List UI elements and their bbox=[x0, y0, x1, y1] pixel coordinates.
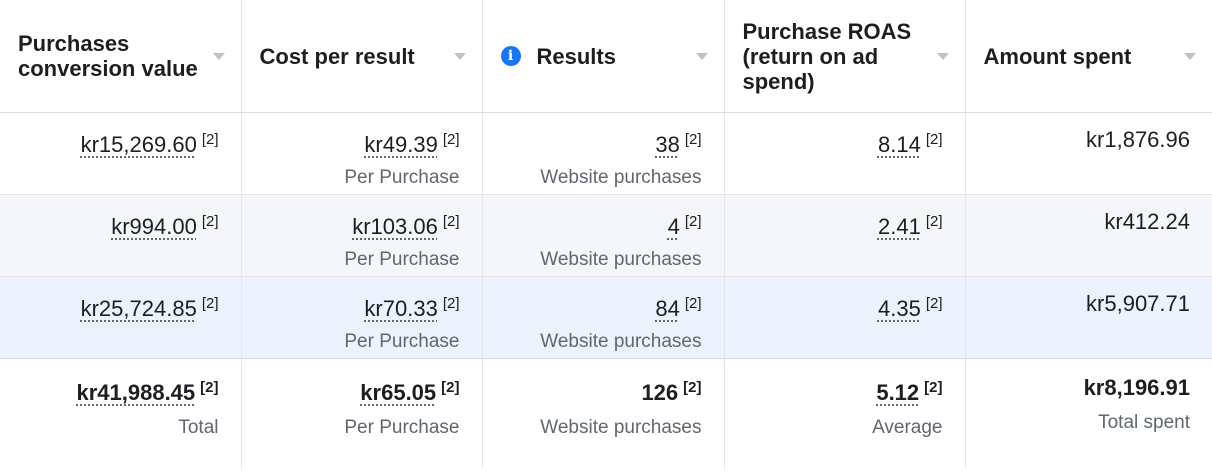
column-header-label: Purchases conversion value bbox=[18, 31, 198, 81]
roas-value[interactable]: 4.35 bbox=[878, 296, 921, 321]
metrics-table: Purchases conversion value Cost per resu… bbox=[0, 0, 1212, 469]
footnote-ref: [2] bbox=[683, 379, 702, 396]
column-header-amount-spent[interactable]: Amount spent bbox=[965, 0, 1212, 113]
footnote-ref: [2] bbox=[200, 379, 219, 396]
column-header-label: Purchase ROAS (return on ad spend) bbox=[742, 18, 912, 94]
cell-results: 4 [2] Website purchases bbox=[482, 194, 725, 277]
cost-per-result-caption: Per Purchase bbox=[344, 167, 460, 188]
cell-roas: 2.41 [2] bbox=[724, 194, 966, 277]
footnote-ref: [2] bbox=[201, 295, 219, 312]
roas-value[interactable]: 2.41 bbox=[878, 214, 921, 239]
cell-cost-per-result: kr103.06 [2] Per Purchase bbox=[241, 194, 483, 277]
total-amount-spent-cell: kr8,196.91 Total spent bbox=[965, 358, 1212, 469]
table-row[interactable]: kr25,724.85 [2] kr70.33 [2] Per Purchase 8… bbox=[0, 276, 1212, 359]
total-roas-cell: 5.12 [2] Average bbox=[724, 358, 966, 469]
total-results-cell: 126 [2] Website purchases bbox=[482, 358, 725, 469]
cost-per-result-value[interactable]: kr49.39 bbox=[364, 132, 437, 157]
results-caption: Website purchases bbox=[540, 249, 702, 270]
cost-per-result-value[interactable]: kr103.06 bbox=[352, 214, 438, 239]
cell-results: 38 [2] Website purchases bbox=[482, 112, 725, 195]
sort-caret-icon[interactable] bbox=[936, 52, 949, 60]
footnote-ref: [2] bbox=[201, 213, 219, 230]
column-header-label: Results bbox=[536, 43, 616, 69]
column-header-purchases-conversion-value[interactable]: Purchases conversion value bbox=[0, 0, 242, 113]
footnote-ref: [2] bbox=[925, 213, 943, 230]
cell-results: 84 [2] Website purchases bbox=[482, 276, 725, 359]
total-amount-spent: kr8,196.91 bbox=[1083, 375, 1190, 400]
table-row[interactable]: kr15,269.60 [2] kr49.39 [2] Per Purchase 3… bbox=[0, 112, 1212, 195]
cell-amount-spent: kr5,907.71 bbox=[965, 276, 1212, 359]
cell-roas: 4.35 [2] bbox=[724, 276, 966, 359]
sort-caret-icon[interactable] bbox=[695, 52, 708, 60]
footnote-ref: [2] bbox=[442, 213, 460, 230]
total-roas-caption: Average bbox=[872, 417, 943, 438]
conversion-value[interactable]: kr25,724.85 bbox=[81, 296, 197, 321]
footnote-ref: [2] bbox=[442, 131, 460, 148]
totals-row: kr41,988.45 [2] Total kr65.05 [2] Per Purc… bbox=[0, 358, 1212, 469]
footnote-ref: [2] bbox=[441, 379, 460, 396]
amount-spent-value: kr1,876.96 bbox=[1086, 127, 1190, 152]
conversion-value[interactable]: kr15,269.60 bbox=[81, 132, 197, 157]
footnote-ref: [2] bbox=[201, 131, 219, 148]
total-amount-caption: Total spent bbox=[1098, 412, 1190, 433]
column-header-label: Cost per result bbox=[259, 43, 415, 69]
roas-value[interactable]: 8.14 bbox=[878, 132, 921, 157]
results-caption: Website purchases bbox=[540, 331, 702, 352]
cell-cost-per-result: kr70.33 [2] Per Purchase bbox=[241, 276, 483, 359]
cell-conversion-value: kr994.00 [2] bbox=[0, 194, 242, 277]
cell-roas: 8.14 [2] bbox=[724, 112, 966, 195]
column-header-cost-per-result[interactable]: Cost per result bbox=[241, 0, 483, 113]
footnote-ref: [2] bbox=[925, 131, 943, 148]
results-caption: Website purchases bbox=[540, 167, 702, 188]
total-cost-per-result-cell: kr65.05 [2] Per Purchase bbox=[241, 358, 483, 469]
sort-caret-icon[interactable] bbox=[453, 52, 466, 60]
amount-spent-value: kr5,907.71 bbox=[1086, 291, 1190, 316]
cost-per-result-caption: Per Purchase bbox=[344, 331, 460, 352]
total-roas[interactable]: 5.12 bbox=[876, 380, 919, 405]
total-caption: Total bbox=[178, 417, 219, 438]
total-results: 126 bbox=[641, 380, 679, 405]
cell-cost-per-result: kr49.39 [2] Per Purchase bbox=[241, 112, 483, 195]
info-icon[interactable]: i bbox=[500, 46, 521, 66]
conversion-value[interactable]: kr994.00 bbox=[111, 214, 197, 239]
cell-amount-spent: kr1,876.96 bbox=[965, 112, 1212, 195]
table-row[interactable]: kr994.00 [2] kr103.06 [2] Per Purchase 4 [2… bbox=[0, 194, 1212, 277]
cost-per-result-value[interactable]: kr70.33 bbox=[364, 296, 437, 321]
results-value[interactable]: 4 bbox=[668, 214, 680, 239]
footnote-ref: [2] bbox=[442, 295, 460, 312]
column-header-label: Amount spent bbox=[983, 43, 1132, 69]
results-value[interactable]: 38 bbox=[655, 132, 679, 157]
footnote-ref: [2] bbox=[684, 213, 702, 230]
sort-caret-icon[interactable] bbox=[1184, 52, 1196, 60]
footnote-ref: [2] bbox=[925, 295, 943, 312]
total-conversion-value[interactable]: kr41,988.45 bbox=[76, 380, 195, 405]
results-value[interactable]: 84 bbox=[655, 296, 679, 321]
column-header-results[interactable]: i Results bbox=[482, 0, 725, 113]
total-conversion-value-cell: kr41,988.45 [2] Total bbox=[0, 358, 242, 469]
total-cost-per-result[interactable]: kr65.05 bbox=[360, 380, 436, 405]
cost-per-result-caption: Per Purchase bbox=[344, 249, 460, 270]
cell-amount-spent: kr412.24 bbox=[965, 194, 1212, 277]
header-row: Purchases conversion value Cost per resu… bbox=[0, 0, 1212, 113]
total-cost-caption: Per Purchase bbox=[344, 417, 460, 438]
footnote-ref: [2] bbox=[684, 295, 702, 312]
cell-conversion-value: kr15,269.60 [2] bbox=[0, 112, 242, 195]
amount-spent-value: kr412.24 bbox=[1104, 209, 1190, 234]
footnote-ref: [2] bbox=[684, 131, 702, 148]
cell-conversion-value: kr25,724.85 [2] bbox=[0, 276, 242, 359]
total-results-caption: Website purchases bbox=[540, 417, 702, 438]
column-header-purchase-roas[interactable]: Purchase ROAS (return on ad spend) bbox=[724, 0, 966, 113]
footnote-ref: [2] bbox=[924, 379, 943, 396]
ads-metrics-table: Purchases conversion value Cost per resu… bbox=[0, 0, 1212, 476]
sort-caret-icon[interactable] bbox=[212, 52, 225, 60]
